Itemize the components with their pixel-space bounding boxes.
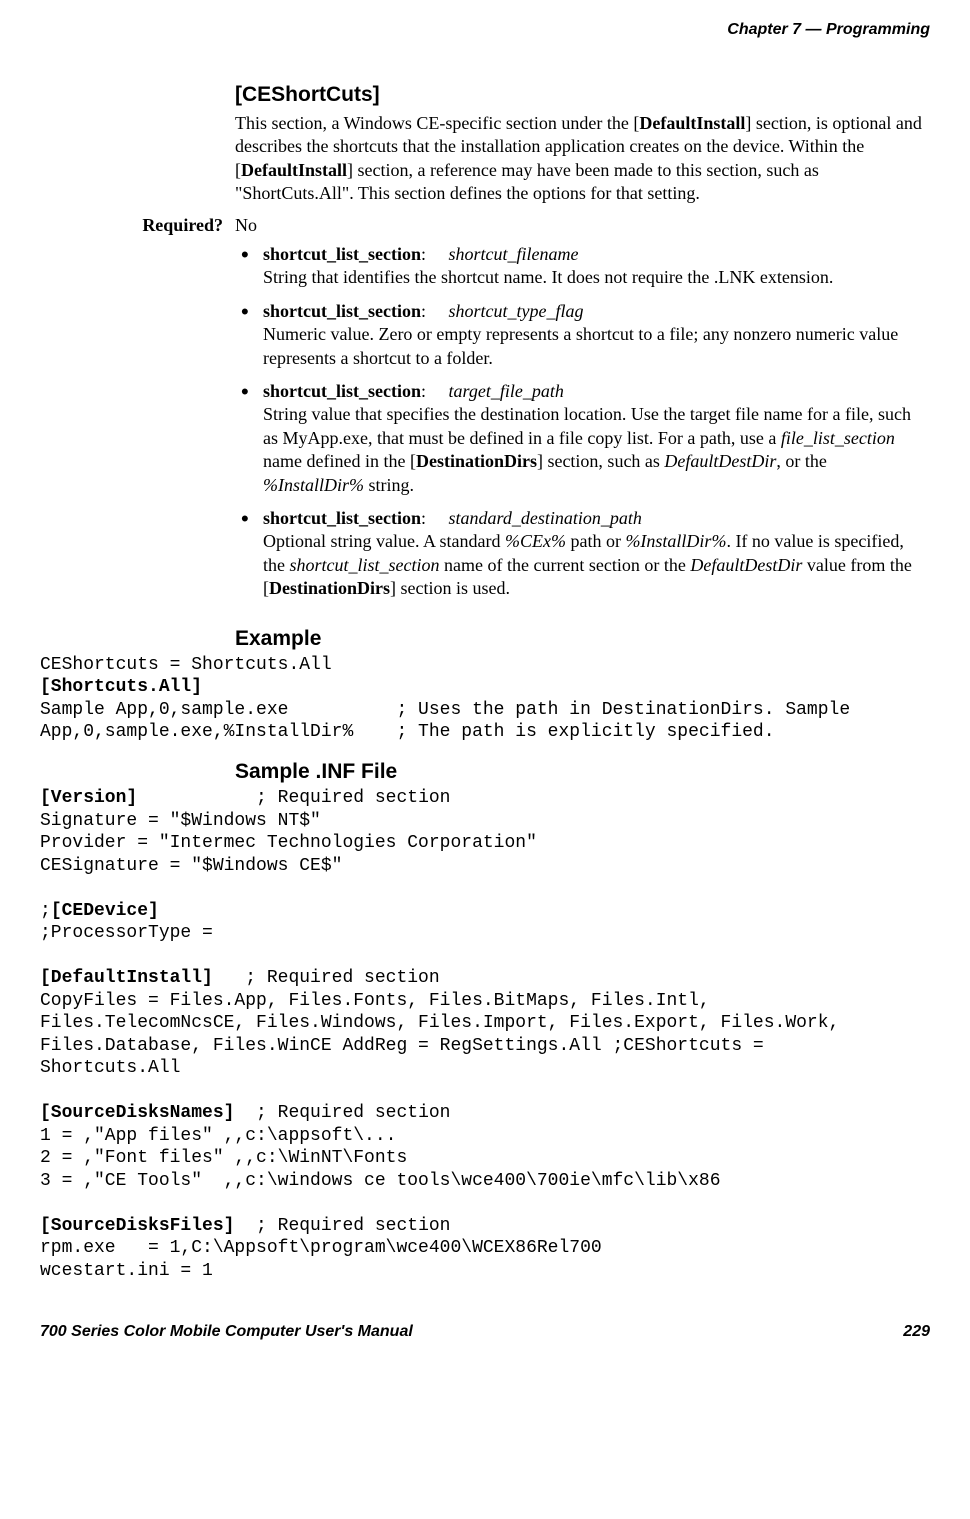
text-run: name defined in the [ [263, 451, 416, 471]
required-row: Required? No shortcut_list_section: shor… [40, 214, 930, 611]
code-line: CEShortcuts = Shortcuts.All [40, 655, 332, 675]
page-header: Chapter 7 — Programming [40, 20, 930, 41]
text-run: This section, a Windows CE-specific sect… [235, 113, 639, 133]
code-line: Signature = "$Windows NT$" [40, 811, 321, 831]
bullet-label: shortcut_list_section [263, 508, 421, 528]
bullet-param: shortcut_filename [449, 244, 579, 264]
code-line: ; Required section [234, 1216, 450, 1236]
dash: — [806, 21, 822, 38]
code-line-bold: [SourceDisksNames] [40, 1103, 234, 1123]
ceshortcuts-section: [CEShortCuts] This section, a Windows CE… [235, 81, 930, 206]
bullet-param: target_file_path [449, 381, 564, 401]
code-line: wcestart.ini = 1 [40, 1261, 213, 1281]
ital-run: %InstallDir% [263, 475, 364, 495]
list-item: shortcut_list_section: shortcut_filename… [235, 243, 930, 290]
ital-run: DefaultDestDir [690, 555, 802, 575]
code-line: 1 = ,"App files" ,,c:\appsoft\... [40, 1126, 396, 1146]
ital-run: file_list_section [781, 428, 895, 448]
code-line: ; [40, 901, 51, 921]
list-item: shortcut_list_section: shortcut_type_fla… [235, 300, 930, 370]
code-line: CESignature = "$Windows CE$" [40, 856, 342, 876]
code-line: App,0,sample.exe,%InstallDir% ; The path… [40, 722, 775, 742]
required-label: Required? [40, 214, 235, 237]
colon: : [421, 381, 426, 401]
code-line: 3 = ,"CE Tools" ,,c:\windows ce tools\wc… [40, 1171, 721, 1191]
bullet-param: standard_destination_path [449, 508, 642, 528]
bold-run: DestinationDirs [416, 451, 537, 471]
code-line: ; Required section [137, 788, 450, 808]
code-line: ;ProcessorType = [40, 923, 213, 943]
ital-run: %InstallDir% [625, 531, 726, 551]
text-run: Optional string value. A standard [263, 531, 505, 551]
text-run: string. [364, 475, 414, 495]
ital-run: DefaultDestDir [664, 451, 776, 471]
code-line: 2 = ,"Font files" ,,c:\WinNT\Fonts [40, 1148, 407, 1168]
footer-page-number: 229 [903, 1322, 930, 1343]
example-code-block: CEShortcuts = Shortcuts.All [Shortcuts.A… [40, 654, 930, 744]
example-heading: Example [235, 625, 930, 652]
code-line: ; Required section [234, 1103, 450, 1123]
colon: : [421, 244, 426, 264]
code-line-bold: [DefaultInstall] [40, 968, 213, 988]
code-line: Sample App,0,sample.exe ; Uses the path … [40, 700, 850, 720]
text-run: ] section is used. [390, 578, 510, 598]
page-footer: 700 Series Color Mobile Computer User's … [40, 1322, 930, 1343]
sample-inf-code-block: [Version] ; Required section Signature =… [40, 787, 930, 1282]
bullet-desc: Numeric value. Zero or empty represents … [263, 324, 898, 367]
text-run: , or the [776, 451, 826, 471]
bullet-desc: String that identifies the shortcut name… [263, 267, 833, 287]
ital-run: %CEx% [505, 531, 566, 551]
code-line-bold: [CEDevice] [51, 901, 159, 921]
code-line: Provider = "Intermec Technologies Corpor… [40, 833, 537, 853]
sample-inf-heading: Sample .INF File [235, 758, 930, 785]
ceshortcuts-description: This section, a Windows CE-specific sect… [235, 112, 930, 206]
bullet-param: shortcut_type_flag [449, 301, 584, 321]
code-line-bold: [SourceDisksFiles] [40, 1216, 234, 1236]
bullet-label: shortcut_list_section [263, 244, 421, 264]
footer-left: 700 Series Color Mobile Computer User's … [40, 1322, 413, 1343]
ceshortcuts-heading: [CEShortCuts] [235, 81, 930, 108]
text-run: ] section, such as [537, 451, 664, 471]
bullet-label: shortcut_list_section [263, 381, 421, 401]
bold-run: DefaultInstall [241, 160, 347, 180]
code-line: rpm.exe = 1,C:\Appsoft\program\wce400\WC… [40, 1238, 602, 1258]
code-line-bold: [Shortcuts.All] [40, 677, 202, 697]
ital-run: shortcut_list_section [290, 555, 440, 575]
code-line: Files.Database, Files.WinCE AddReg = Reg… [40, 1036, 764, 1056]
required-value-text: No [235, 215, 257, 235]
colon: : [421, 508, 426, 528]
code-line: Shortcuts.All [40, 1058, 180, 1078]
bold-run: DestinationDirs [269, 578, 390, 598]
chapter-number: 7 [792, 21, 801, 38]
code-line: ; Required section [213, 968, 440, 988]
shortcut-bullet-list: shortcut_list_section: shortcut_filename… [235, 243, 930, 600]
chapter-title: Programming [826, 21, 930, 38]
colon: : [421, 301, 426, 321]
list-item: shortcut_list_section: standard_destinat… [235, 507, 930, 601]
chapter-label: Chapter [727, 21, 787, 38]
bullet-label: shortcut_list_section [263, 301, 421, 321]
code-line: Files.TelecomNcsCE, Files.Windows, Files… [40, 1013, 839, 1033]
text-run: name of the current section or the [440, 555, 691, 575]
required-value: No shortcut_list_section: shortcut_filen… [235, 214, 930, 611]
list-item: shortcut_list_section: target_file_path … [235, 380, 930, 497]
code-line: CopyFiles = Files.App, Files.Fonts, File… [40, 991, 710, 1011]
code-line-bold: [Version] [40, 788, 137, 808]
text-run: path or [566, 531, 625, 551]
bold-run: DefaultInstall [639, 113, 745, 133]
